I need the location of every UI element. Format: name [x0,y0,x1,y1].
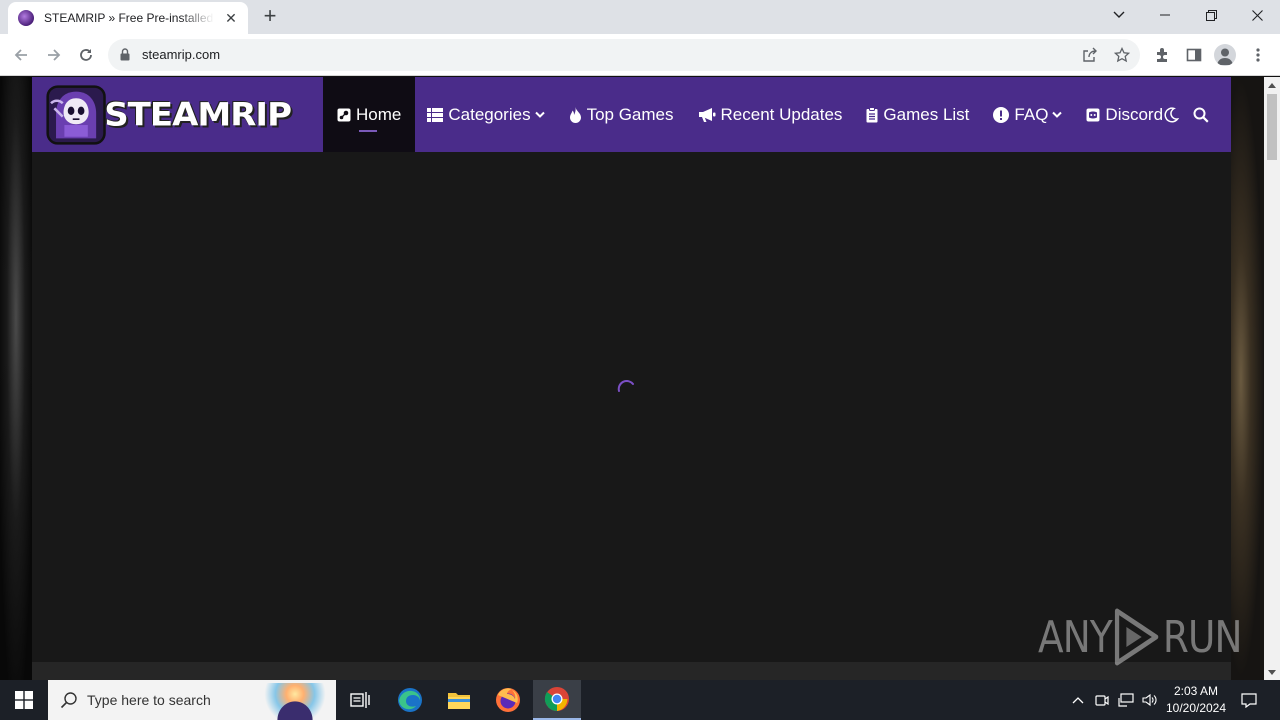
scroll-down-arrow-icon[interactable] [1264,664,1280,680]
steam-icon [337,108,351,122]
browser-title-bar: STEAMRIP » Free Pre-installed Steam Game… [0,0,1280,34]
scroll-up-arrow-icon[interactable] [1264,77,1280,93]
nav-label-home: Home [356,104,402,124]
search-icon[interactable] [1190,104,1212,126]
nav-label-discord: Discord [1105,104,1164,124]
exclamation-circle-icon [993,106,1010,123]
share-icon[interactable] [1080,45,1100,65]
magnifier-icon [60,691,78,714]
show-hidden-icons-chevron-icon[interactable] [1068,680,1088,720]
nav-item-recent-updates[interactable]: Recent Updates [686,77,855,152]
chrome-menu-icon[interactable] [1247,44,1269,66]
watermark-text-left: ANY [1038,611,1113,663]
browser-tab[interactable]: STEAMRIP » Free Pre-installed Steam Game… [8,2,248,34]
tab-search-chevron-icon[interactable] [1096,0,1142,30]
fire-icon [569,106,582,123]
clipboard-icon [866,106,878,123]
site-logo[interactable]: STEAMRIP [46,79,292,151]
back-arrow-icon[interactable] [9,43,33,67]
bullhorn-icon [698,107,716,122]
steamrip-favicon-icon [18,10,34,26]
taskbar-search-placeholder: Type here to search [87,692,211,708]
chrome-icon[interactable] [533,680,581,720]
network-icon[interactable] [1116,680,1136,720]
loading-spinner-icon [617,380,634,392]
discord-icon [1086,108,1100,122]
bookmark-star-icon[interactable] [1112,45,1132,65]
page-scrollbar[interactable] [1264,77,1280,680]
windows-taskbar: Type here to search 2:03 AM 10/20/2024 [0,680,1280,720]
nav-label-recent-updates: Recent Updates [720,104,843,124]
new-tab-button[interactable]: + [258,5,282,29]
meet-now-icon[interactable] [1092,680,1112,720]
grid-list-icon [427,107,444,122]
tab-title: STEAMRIP » Free Pre-installed Steam Game… [44,11,214,25]
address-bar[interactable]: steamrip.com [108,39,1140,71]
side-panel-icon[interactable] [1183,44,1205,66]
chevron-down-icon [1052,111,1063,119]
profile-avatar-icon[interactable] [1214,44,1236,66]
watermark-text-right: RUN [1162,611,1243,663]
site-logo-text: STEAMRIP [104,96,292,134]
volume-icon[interactable] [1140,680,1160,720]
nav-item-top-games[interactable]: Top Games [557,77,686,152]
scrollbar-thumb[interactable] [1267,94,1277,160]
grim-reaper-mascot-icon [46,85,106,145]
minimize-button[interactable] [1142,0,1188,30]
play-triangle-icon [1114,608,1159,666]
windows-start-icon[interactable] [0,680,48,720]
background-artwork-left [0,77,32,680]
lock-icon[interactable] [120,48,130,66]
nav-label-faq: FAQ [1014,104,1049,124]
tab-close-icon[interactable]: ✕ [222,9,240,27]
url-text[interactable]: steamrip.com [142,47,220,62]
extensions-puzzle-icon[interactable] [1151,44,1173,66]
main-navigation: Home Categories Top Games Recent Updates… [323,77,1175,154]
forward-arrow-icon[interactable] [42,43,66,67]
nav-item-faq[interactable]: FAQ [981,77,1074,152]
nav-item-home[interactable]: Home [323,77,416,154]
main-content-area [32,152,1231,662]
nav-label-top-games: Top Games [586,104,674,124]
background-artwork-right [1231,77,1264,680]
anyrun-watermark: ANY RUN [1038,607,1243,667]
clock-date: 10/20/2024 [1165,701,1227,715]
firefox-icon[interactable] [484,680,532,720]
taskbar-clock[interactable]: 2:03 AM 10/20/2024 [1160,683,1232,717]
dark-mode-moon-icon[interactable] [1160,104,1182,126]
nav-label-games-list: Games List [883,104,970,124]
close-window-button[interactable] [1234,0,1280,30]
reload-icon[interactable] [74,43,98,67]
search-highlight-artwork [260,683,330,720]
clock-time: 2:03 AM [1173,684,1219,698]
page-viewport: STEAMRIP Home Categories Top Games Recen… [0,77,1264,680]
file-explorer-icon[interactable] [435,680,483,720]
taskbar-search-box[interactable]: Type here to search [48,680,336,720]
edge-icon[interactable] [386,680,434,720]
task-view-icon[interactable] [336,680,384,720]
nav-item-games-list[interactable]: Games List [854,77,981,152]
notification-center-icon[interactable] [1234,680,1264,720]
restore-button[interactable] [1188,0,1234,30]
site-header: STEAMRIP Home Categories Top Games Recen… [32,77,1231,154]
nav-label-categories: Categories [448,104,531,124]
chevron-down-icon [534,111,545,119]
browser-toolbar: steamrip.com [0,34,1280,76]
nav-item-categories[interactable]: Categories [415,77,556,152]
